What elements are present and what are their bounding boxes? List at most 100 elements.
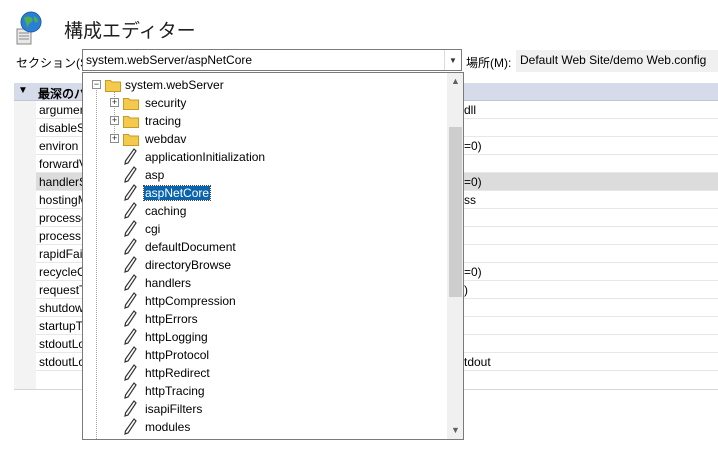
property-name: stdoutLo <box>39 355 85 369</box>
tree-node-folder[interactable]: + tracing <box>83 112 443 130</box>
pencil-icon <box>124 310 137 327</box>
tree-node-section[interactable]: httpRedirect <box>83 364 443 382</box>
property-name: hostingM <box>39 193 85 207</box>
tree-node-section[interactable]: httpTracing <box>83 382 443 400</box>
property-value: tdout <box>464 355 491 369</box>
page-title: 構成エディター <box>64 21 196 42</box>
pencil-icon <box>124 166 137 183</box>
pencil-icon <box>124 328 137 345</box>
tree-node-label: cgi <box>145 222 161 236</box>
section-tree-dropdown[interactable]: − system.webServer + security + tracing … <box>82 72 464 440</box>
property-name: environ <box>39 139 79 153</box>
property-name: startupT <box>39 319 84 333</box>
tree-node-section[interactable]: httpProtocol <box>83 346 443 364</box>
property-name: stdoutLo <box>39 337 85 351</box>
folder-icon <box>123 98 139 110</box>
pencil-icon <box>124 346 137 363</box>
scrollbar-thumb[interactable] <box>449 127 462 297</box>
globe-config-icon <box>14 10 44 46</box>
tree-node-label: caching <box>145 204 187 218</box>
folder-icon <box>123 134 139 146</box>
tree-node-label: asp <box>145 168 165 182</box>
pencil-icon <box>124 238 137 255</box>
pencil-icon <box>124 382 137 399</box>
tree-node-section[interactable]: directoryBrowse <box>83 256 443 274</box>
pencil-icon <box>124 418 137 435</box>
chevron-down-icon[interactable]: ▼ <box>447 422 463 439</box>
tree-node-label: handlers <box>145 276 192 290</box>
pencil-icon <box>124 274 137 291</box>
tree-node-section[interactable]: asp <box>83 166 443 184</box>
property-name: argumen <box>39 103 85 117</box>
tree-node-section[interactable]: handlers <box>83 274 443 292</box>
grid-indent-strip <box>14 101 36 389</box>
property-name: rapidFail <box>39 247 85 261</box>
tree-node-root[interactable]: − system.webServer <box>83 76 443 94</box>
section-combobox[interactable]: system.webServer/aspNetCore ▼ <box>82 49 462 71</box>
tree-node-section-selected[interactable]: aspNetCore <box>83 184 443 202</box>
tree-node-label: tracing <box>145 114 182 128</box>
section-value: system.webServer/aspNetCore <box>86 53 253 67</box>
folder-icon <box>105 80 121 92</box>
expand-plus-icon[interactable]: + <box>110 134 119 143</box>
property-value: ss <box>464 193 476 207</box>
tree-node-section[interactable]: applicationInitialization <box>83 148 443 166</box>
pencil-icon <box>124 202 137 219</box>
tree-node-label: httpTracing <box>145 384 205 398</box>
tree-node-label: aspNetCore <box>142 185 212 201</box>
tree-node-label: webdav <box>145 132 187 146</box>
tree-node-label: isapiFilters <box>145 402 203 416</box>
pencil-icon <box>124 400 137 417</box>
expand-plus-icon[interactable]: + <box>110 98 119 107</box>
pencil-icon <box>124 220 137 237</box>
tree-node-section[interactable]: modules <box>83 418 443 436</box>
collapse-minus-icon[interactable]: − <box>92 80 101 89</box>
tree-node-section[interactable]: httpLogging <box>83 328 443 346</box>
folder-icon <box>123 116 139 128</box>
pencil-icon <box>124 292 137 309</box>
property-value: ) <box>464 283 468 297</box>
tree-node-folder[interactable]: + security <box>83 94 443 112</box>
tree-node-label: httpErrors <box>145 312 198 326</box>
tree-node-label: applicationInitialization <box>145 150 266 164</box>
tree-node-section[interactable]: httpErrors <box>83 310 443 328</box>
property-value: =0) <box>464 175 482 189</box>
grid-group-label: 最深のパ <box>38 87 87 101</box>
property-value: dll <box>464 103 477 117</box>
property-name: processe <box>39 211 85 225</box>
tree-node-label: httpLogging <box>145 330 208 344</box>
expand-plus-icon[interactable]: + <box>110 116 119 125</box>
property-name: processP <box>39 229 85 243</box>
property-value: =0) <box>464 139 482 153</box>
property-value: =0) <box>464 265 482 279</box>
property-name: requestT <box>39 283 85 297</box>
tree-node-label: modules <box>145 420 191 434</box>
collapse-chevron-icon[interactable]: ▼ <box>18 85 28 96</box>
property-name: shutdow <box>39 301 84 315</box>
pencil-icon <box>124 364 137 381</box>
property-name: forwardV <box>39 157 85 171</box>
tree-node-section[interactable]: cgi <box>83 220 443 238</box>
pencil-icon <box>124 184 137 201</box>
tree-node-label: system.webServer <box>125 78 224 92</box>
chevron-up-icon[interactable]: ▲ <box>447 73 463 90</box>
tree-node-label: httpProtocol <box>145 348 210 362</box>
property-name: recycleC <box>39 265 85 279</box>
tree-node-label: directoryBrowse <box>145 258 232 272</box>
location-field[interactable]: Default Web Site/demo Web.config <box>516 50 718 72</box>
tree-node-section[interactable]: defaultDocument <box>83 238 443 256</box>
chevron-down-icon[interactable]: ▼ <box>444 50 461 70</box>
tree-node-section[interactable]: isapiFilters <box>83 400 443 418</box>
pencil-icon <box>124 148 137 165</box>
tree-node-label: security <box>145 96 187 110</box>
location-label: 場所(M): <box>466 56 512 70</box>
property-name: handlerS <box>39 175 85 189</box>
vertical-scrollbar[interactable]: ▲ ▼ <box>447 73 463 439</box>
tree-node-label: defaultDocument <box>145 240 236 254</box>
pencil-icon <box>124 256 137 273</box>
tree-node-section[interactable]: caching <box>83 202 443 220</box>
tree-node-label: httpRedirect <box>145 366 210 380</box>
tree-node-folder[interactable]: + webdav <box>83 130 443 148</box>
property-name: disableS <box>39 121 85 135</box>
tree-node-section[interactable]: httpCompression <box>83 292 443 310</box>
